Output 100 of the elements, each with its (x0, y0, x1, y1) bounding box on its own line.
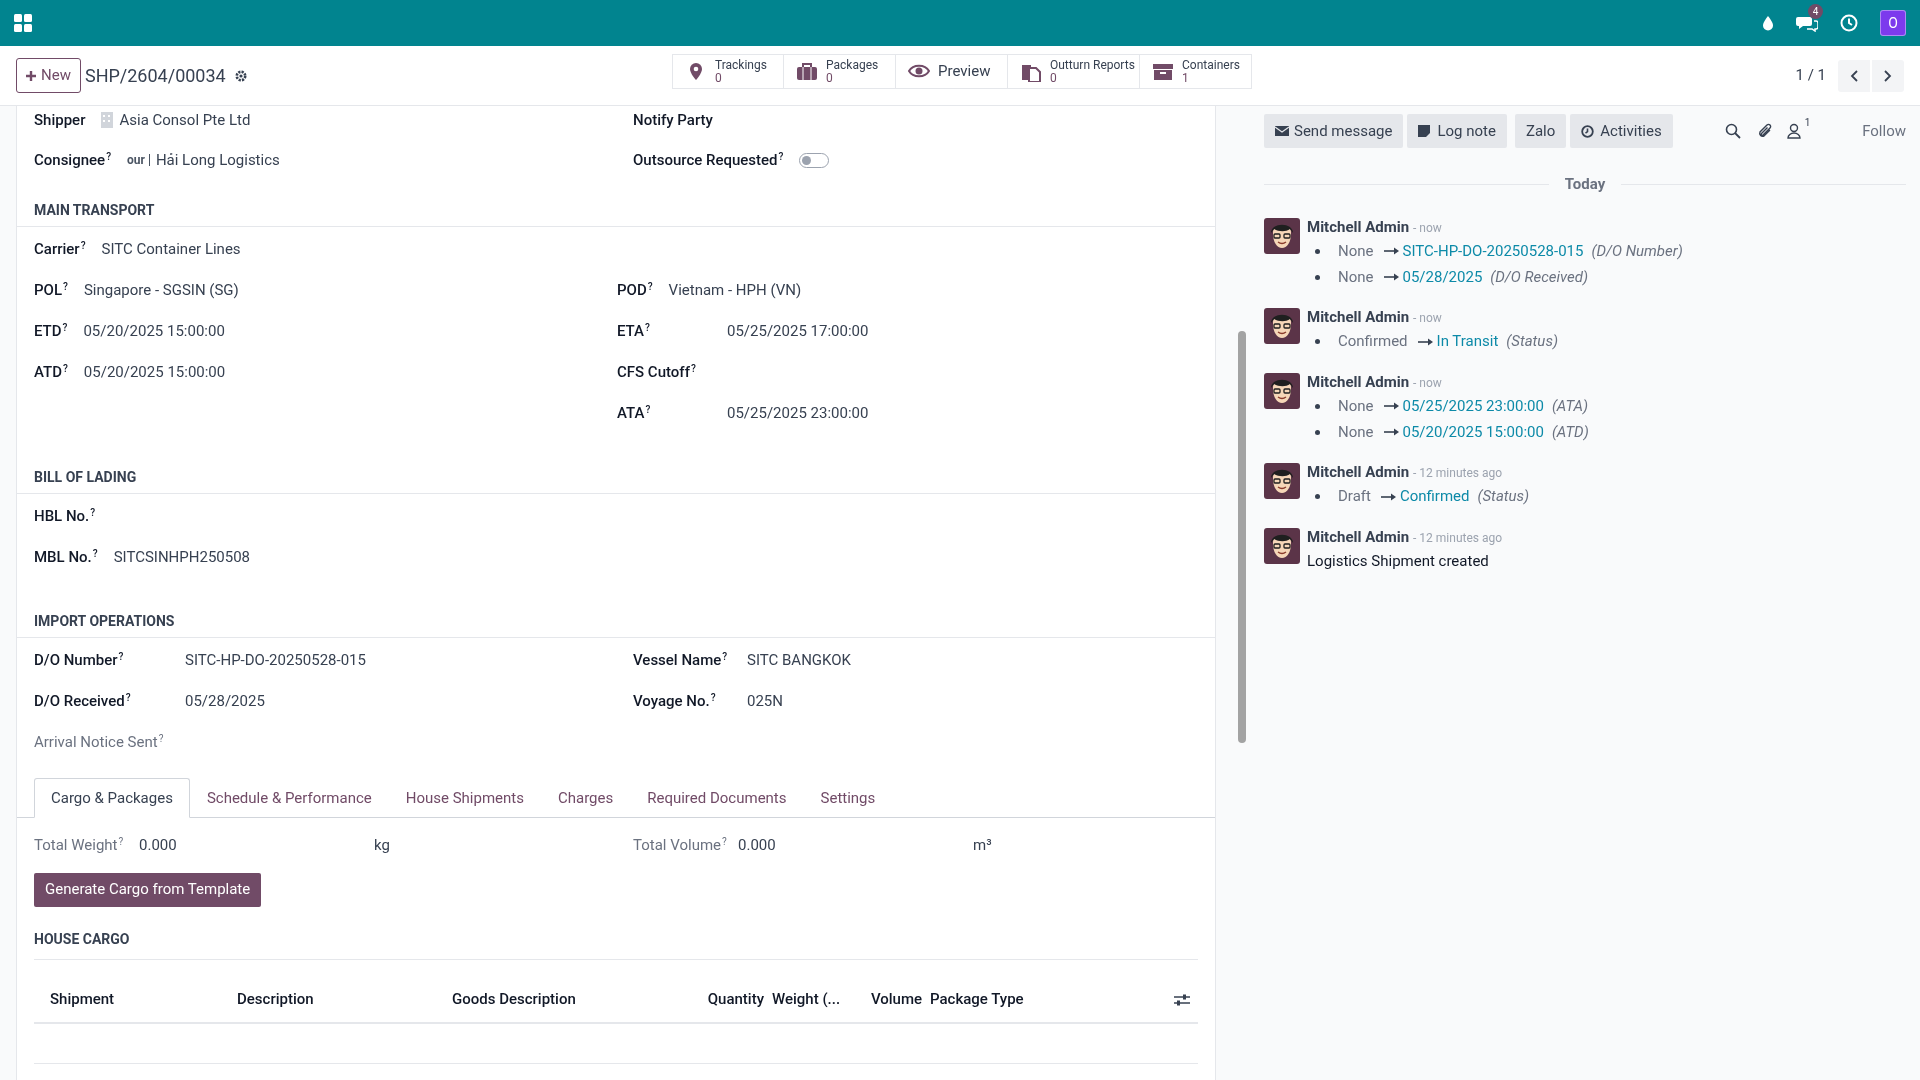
field-label: D/O Number$^{?}$ (34, 649, 125, 671)
column-header[interactable]: Volume (870, 988, 930, 1011)
section-heading: IMPORT OPERATIONS (34, 613, 175, 629)
field-value: 05/28/2025 (185, 690, 265, 712)
field-value: Hải Long Logistics (155, 149, 280, 171)
field-label: POL$^{?}$ (34, 279, 68, 301)
field-name: (ATA) (1551, 395, 1589, 417)
new-button[interactable]: New (16, 58, 81, 93)
field-name: (Status) (1477, 486, 1530, 508)
search-icon[interactable] (1724, 123, 1741, 139)
smart-button[interactable]: Preview (895, 55, 1007, 88)
column-header[interactable]: Package Type (930, 988, 1110, 1011)
new-value: In Transit (1436, 331, 1499, 353)
unit-label: m³ (973, 835, 992, 856)
field-label: Shipper (34, 109, 86, 131)
note-icon (1418, 124, 1433, 138)
field-label: Outsource Requested$^{?}$ (633, 149, 784, 171)
apps-menu-icon[interactable] (14, 14, 32, 32)
field-label: Notify Party (633, 109, 713, 131)
field-label: POD$^{?}$ (617, 279, 653, 301)
chat-bubbles-icon[interactable] (1796, 14, 1818, 32)
tab[interactable]: Cargo & Packages (34, 778, 190, 818)
field-label: ETD$^{?}$ (34, 320, 68, 342)
smart-button[interactable]: Outturn Reports 0 (1007, 55, 1139, 88)
message-time: - 12 minutes ago (1413, 529, 1503, 547)
chatter-button[interactable]: Zalo (1514, 114, 1567, 148)
field-value: SITC Container Lines (101, 238, 241, 260)
old-value: Confirmed (1338, 331, 1408, 353)
field-label: Total Weight$^{?}$ (34, 835, 125, 856)
archive-box-icon (1152, 61, 1174, 82)
column-header[interactable]: Quantity (694, 988, 772, 1011)
arrow-right-icon (1383, 247, 1399, 255)
column-header[interactable]: Goods Description (452, 988, 694, 1011)
column-header[interactable]: Weight (... (772, 988, 870, 1011)
generate-cargo-button[interactable]: Generate Cargo from Template (34, 872, 262, 907)
field-label: ETA$^{?}$ (617, 320, 651, 342)
field-label: Total Volume$^{?}$ (633, 835, 728, 856)
gear-icon[interactable] (233, 68, 248, 83)
tab[interactable]: House Shipments (388, 778, 541, 818)
old-value: None (1338, 266, 1374, 288)
field-value: SITCSINHPH250508 (113, 546, 251, 568)
tab[interactable]: Settings (803, 778, 893, 818)
tab[interactable]: Charges (541, 778, 631, 818)
old-value: None (1338, 240, 1374, 262)
toggle-switch[interactable] (799, 152, 830, 168)
previous-button[interactable] (1838, 59, 1870, 92)
column-settings-icon[interactable] (1174, 992, 1190, 1007)
field-label: Vessel Name$^{?}$ (633, 649, 729, 671)
next-button[interactable] (1872, 59, 1904, 92)
water-drop-icon[interactable] (1762, 15, 1774, 31)
paperclip-icon[interactable] (1756, 122, 1773, 140)
follow-button[interactable]: Follow (1862, 119, 1906, 143)
field-value: Asia Consol Pte Ltd (119, 109, 251, 131)
field-label: Arrival Notice Sent$^{?}$ (34, 731, 164, 753)
bullet-icon (1315, 339, 1320, 344)
field-label: Voyage No.$^{?}$ (633, 690, 717, 712)
field-name: (ATD) (1551, 421, 1589, 443)
field-label: D/O Received$^{?}$ (34, 690, 132, 712)
field-value: Singapore - SGSIN (SG) (83, 279, 239, 301)
field-value: 05/20/2025 15:00:00 (83, 320, 225, 342)
user-avatar[interactable]: O (1880, 10, 1906, 36)
field-value: 025N (747, 690, 783, 712)
field-name: (D/O Number) (1591, 240, 1683, 262)
section-heading: HOUSE CARGO (34, 930, 130, 947)
clock-icon[interactable] (1840, 14, 1858, 32)
chatter-button[interactable]: Log note (1407, 114, 1507, 148)
author-name: Mitchell Admin (1307, 307, 1410, 328)
author-name: Mitchell Admin (1307, 462, 1410, 483)
person-icon[interactable] (1786, 123, 1801, 139)
new-value: 05/28/2025 (1402, 266, 1483, 288)
field-value: 0.000 (738, 835, 777, 856)
chatter-button[interactable]: Send message (1264, 114, 1404, 148)
scrollbar-thumb[interactable] (1238, 331, 1246, 743)
smart-button[interactable]: Trackings 0 (673, 55, 783, 88)
old-value: Draft (1338, 486, 1371, 508)
arrow-right-icon (1383, 402, 1399, 410)
field-label: CFS Cutoff$^{?}$ (617, 361, 697, 383)
message-time: - now (1413, 374, 1442, 392)
arrow-right-icon (1380, 492, 1396, 501)
bullet-icon (1315, 248, 1320, 254)
field-value: SITC BANGKOK (747, 649, 851, 671)
field-label: MBL No.$^{?}$ (34, 546, 98, 568)
tab[interactable]: Schedule & Performance (189, 778, 389, 818)
field-label: Consignee$^{?}$ (34, 149, 111, 171)
avatar-drawing (1264, 372, 1300, 409)
plus-icon (26, 70, 36, 81)
message-time: - now (1413, 310, 1442, 327)
record-title: SHP/2604/00034 (84, 64, 226, 88)
column-header[interactable]: Description (237, 988, 452, 1011)
unit-label: kg (374, 835, 390, 856)
smart-button[interactable]: Packages 0 (783, 55, 895, 88)
smart-button[interactable]: Containers 1 (1139, 55, 1251, 88)
chatter-button[interactable]: Activities (1570, 114, 1673, 148)
field-value: 0.000 (139, 835, 178, 856)
tab[interactable]: Required Documents (630, 778, 804, 818)
field-name: (D/O Received) (1490, 266, 1589, 288)
bullet-icon (1315, 429, 1320, 435)
column-header[interactable]: Shipment (34, 988, 237, 1011)
field-label: HBL No.$^{?}$ (34, 505, 96, 527)
field-value: 05/25/2025 17:00:00 (727, 320, 869, 342)
